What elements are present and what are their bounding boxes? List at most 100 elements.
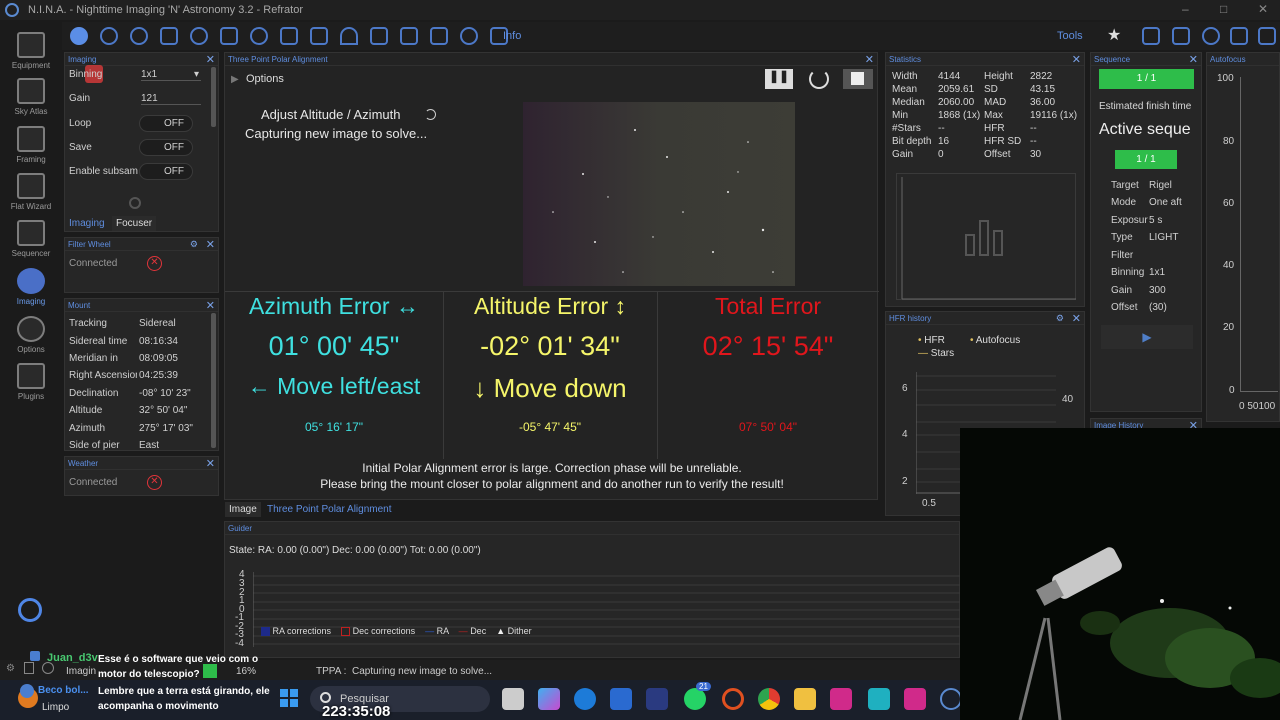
gear-icon[interactable]: ⚙ bbox=[1056, 313, 1064, 324]
nav-imaging[interactable]: Imaging bbox=[0, 268, 62, 306]
refresh-icon[interactable] bbox=[809, 69, 829, 89]
edge-icon[interactable] bbox=[574, 688, 596, 710]
options-label[interactable]: Options bbox=[246, 73, 284, 85]
seq-label: Mode bbox=[1111, 197, 1137, 208]
chart-tool-icon[interactable] bbox=[1142, 27, 1160, 45]
tab-imaging[interactable]: Imaging bbox=[65, 216, 109, 231]
guider-icon[interactable] bbox=[220, 27, 238, 45]
nav-sequencer[interactable]: Sequencer bbox=[0, 220, 62, 258]
clock-overlay: 223:35:08 bbox=[322, 703, 391, 720]
minimize-button[interactable]: – bbox=[1182, 2, 1189, 16]
nina-taskbar-icon[interactable] bbox=[940, 688, 962, 710]
scrollbar[interactable] bbox=[211, 313, 216, 448]
dome-icon[interactable] bbox=[340, 27, 358, 45]
sequence-panel: Sequence ✕ 1 / 1 Estimated finish time A… bbox=[1090, 52, 1202, 412]
tools-label[interactable]: Tools bbox=[1057, 30, 1083, 42]
tab-focuser[interactable]: Focuser bbox=[112, 216, 157, 231]
scrollbar[interactable] bbox=[211, 67, 216, 127]
focus-frame-icon[interactable] bbox=[160, 27, 178, 45]
history-icon[interactable] bbox=[1202, 27, 1220, 45]
filter-wheel-icon[interactable] bbox=[100, 27, 118, 45]
nav-label: Sequencer bbox=[11, 249, 51, 258]
office-icon[interactable] bbox=[722, 688, 744, 710]
total-value: 02° 15' 54" bbox=[702, 331, 834, 361]
close-icon[interactable]: ✕ bbox=[206, 457, 215, 470]
legend-label: RA bbox=[436, 626, 449, 636]
azimuth-direction: ← Move left/east bbox=[247, 373, 421, 399]
panel-icon[interactable] bbox=[1258, 27, 1276, 45]
gain-input[interactable]: 121 bbox=[141, 93, 201, 105]
sliders-icon[interactable] bbox=[310, 27, 328, 45]
capture-button[interactable] bbox=[129, 197, 141, 209]
telescope-mount-icon[interactable] bbox=[130, 27, 148, 45]
seq-value: One aft bbox=[1149, 197, 1182, 208]
nav-flat-wizard[interactable]: Flat Wizard bbox=[0, 173, 62, 211]
close-icon[interactable]: ✕ bbox=[865, 53, 874, 66]
windows-logo-tile bbox=[290, 689, 298, 697]
y-tick: 0 bbox=[1229, 385, 1235, 396]
copilot-icon[interactable] bbox=[538, 688, 560, 710]
pink-app-icon[interactable] bbox=[904, 688, 926, 710]
loop-toggle[interactable]: OFF bbox=[139, 115, 193, 132]
rotator-icon[interactable] bbox=[190, 27, 208, 45]
stat-label: Bit depth bbox=[892, 136, 932, 147]
chevron-right-icon[interactable]: ▶ bbox=[231, 74, 239, 85]
subsam-toggle[interactable]: OFF bbox=[139, 163, 193, 180]
bar-chart-icon[interactable] bbox=[400, 27, 418, 45]
tab-tppa[interactable]: Three Point Polar Alignment bbox=[263, 502, 396, 517]
close-icon[interactable]: ✕ bbox=[206, 53, 215, 66]
star-icon[interactable]: ★ bbox=[1107, 25, 1125, 44]
target-icon[interactable] bbox=[250, 27, 268, 45]
wave-icon[interactable] bbox=[430, 27, 448, 45]
mount-value: 08:09:05 bbox=[139, 353, 178, 364]
whatsapp-icon[interactable]: 21 bbox=[684, 682, 711, 710]
sky-atlas-icon bbox=[17, 78, 45, 104]
security-icon[interactable] bbox=[646, 688, 668, 710]
nav-sky-atlas[interactable]: Sky Atlas bbox=[0, 78, 62, 116]
store-icon[interactable] bbox=[610, 688, 632, 710]
nav-framing[interactable]: Framing bbox=[0, 126, 62, 164]
calculator-icon[interactable] bbox=[1172, 27, 1190, 45]
y-tick: 20 bbox=[1223, 322, 1235, 333]
close-icon[interactable]: ✕ bbox=[1072, 312, 1081, 325]
chrome-icon[interactable] bbox=[758, 688, 780, 710]
tab-image[interactable]: Image bbox=[225, 502, 261, 517]
close-icon[interactable]: ✕ bbox=[1072, 53, 1081, 66]
nav-plugins[interactable]: Plugins bbox=[0, 363, 62, 401]
seq-value: 300 bbox=[1149, 285, 1166, 296]
gear-icon[interactable]: ⚙ bbox=[190, 239, 198, 250]
power-icon[interactable] bbox=[18, 598, 42, 622]
play-button[interactable]: ▶ bbox=[1101, 325, 1193, 349]
imaging-icon bbox=[17, 268, 45, 294]
status-text: Capturing new image to solve... bbox=[245, 126, 428, 141]
close-icon[interactable]: ✕ bbox=[206, 238, 215, 251]
stat-value: 19116 (1x) bbox=[1030, 110, 1078, 121]
save-toggle[interactable]: OFF bbox=[139, 139, 193, 156]
lightbulb-icon[interactable] bbox=[460, 27, 478, 45]
close-icon[interactable]: ✕ bbox=[1189, 53, 1198, 66]
app-icon[interactable] bbox=[868, 688, 890, 710]
onenote-icon[interactable] bbox=[830, 688, 852, 710]
y-tick: 40 bbox=[1223, 260, 1235, 271]
camera-icon[interactable] bbox=[70, 27, 88, 45]
close-button[interactable]: ✕ bbox=[1258, 2, 1268, 16]
windows-start-icon[interactable] bbox=[280, 689, 298, 707]
pause-button[interactable]: ❚❚ bbox=[765, 69, 793, 89]
list-icon[interactable] bbox=[280, 27, 298, 45]
chat-user: Juan_d3v bbox=[47, 652, 98, 664]
task-view-icon[interactable] bbox=[502, 688, 524, 710]
close-icon[interactable]: ✕ bbox=[206, 299, 215, 312]
observatory-icon[interactable] bbox=[370, 27, 388, 45]
stop-button[interactable] bbox=[843, 69, 873, 89]
nav-equipment[interactable]: Equipment bbox=[0, 32, 62, 70]
active-progress: 1 / 1 bbox=[1115, 150, 1177, 169]
nav-options[interactable]: Options bbox=[0, 316, 62, 354]
legend-swatch: — bbox=[458, 626, 468, 636]
grid-icon[interactable] bbox=[1230, 27, 1248, 45]
maximize-button[interactable]: □ bbox=[1220, 2, 1227, 16]
mount-label: Tracking bbox=[69, 318, 107, 329]
mount-value: 275° 17' 03" bbox=[139, 423, 193, 434]
binning-select[interactable]: 1x1 ▾ bbox=[141, 69, 201, 81]
info-label[interactable]: Info bbox=[503, 30, 521, 42]
folder-icon[interactable] bbox=[794, 688, 816, 710]
